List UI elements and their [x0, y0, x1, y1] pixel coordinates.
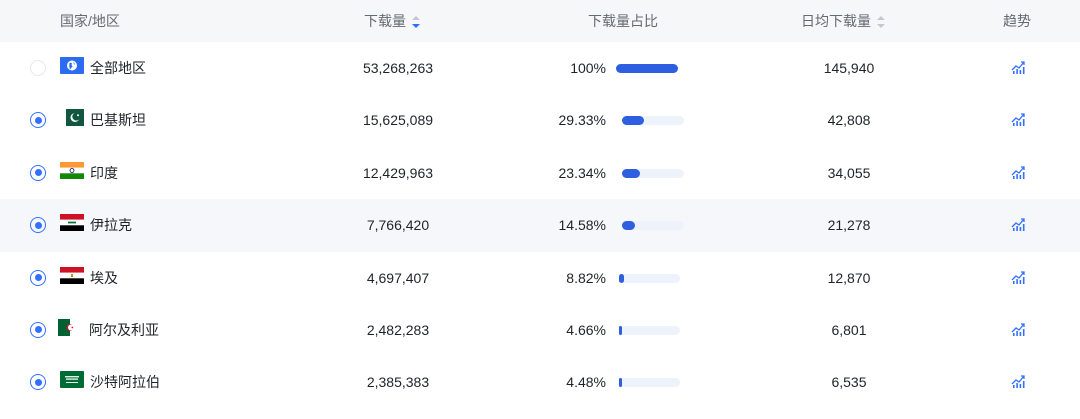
share-bar-track	[619, 325, 680, 335]
downloads-value: 15,625,089	[362, 112, 434, 129]
trend-chart-icon[interactable]	[1010, 216, 1026, 232]
downloads-value: 53,268,263	[362, 60, 434, 76]
sort-icon[interactable]	[877, 16, 885, 29]
table-row[interactable]: 埃及 4,697,407 8.82% 12,870	[0, 252, 1080, 304]
share-percent: 4.66%	[566, 321, 606, 338]
trend-chart-icon[interactable]	[1010, 321, 1026, 337]
header-trend: 趋势	[1003, 13, 1031, 29]
egypt-flag-icon	[60, 266, 84, 284]
share-bar-track	[622, 221, 684, 231]
country-name: 伊拉克	[90, 217, 132, 234]
radio-dot	[34, 274, 42, 282]
table-row[interactable]: 沙特阿拉伯 2,385,383 4.48% 6,535	[0, 356, 1080, 408]
daily-downloads-value: 42,808	[827, 112, 871, 129]
pakistan-flag-icon	[60, 109, 84, 127]
radio-dot	[34, 221, 42, 229]
table-body: 全部地区 53,268,263 100% 145,940 巴基斯坦 15,625,089 2…	[0, 42, 1080, 409]
saudi-arabia-flag-icon	[60, 371, 84, 389]
share-bar-fill	[616, 64, 678, 73]
radio-dot	[34, 169, 42, 177]
share-percent: 29.33%	[558, 112, 606, 129]
header-downloads[interactable]: 下载量	[364, 0, 420, 42]
daily-downloads-value: 12,870	[827, 269, 871, 286]
downloads-value: 7,766,420	[366, 217, 430, 234]
country-name: 阿尔及利亚	[89, 321, 159, 338]
share-bar-fill	[619, 273, 624, 283]
trend-chart-icon[interactable]	[1010, 373, 1026, 389]
country-name: 全部地区	[90, 60, 146, 76]
header-country: 国家/地区	[60, 13, 120, 29]
share-bar-track	[622, 168, 684, 178]
share-bar-track	[622, 116, 684, 126]
table-header: 国家/地区 下载量 下载量占比 日均下载量 趋势	[0, 0, 1080, 42]
radio-dot	[34, 378, 42, 386]
share-percent: 100%	[570, 60, 606, 76]
row-select-radio[interactable]	[30, 164, 46, 181]
header-share: 下载量占比	[588, 13, 658, 29]
country-name: 埃及	[90, 269, 118, 286]
sort-icon[interactable]	[412, 16, 420, 29]
daily-downloads-value: 21,278	[827, 217, 871, 234]
trend-chart-icon[interactable]	[1010, 164, 1026, 180]
share-bar-fill	[622, 221, 635, 231]
row-select-radio[interactable]	[30, 217, 46, 234]
iraq-flag-icon	[60, 214, 84, 232]
share-bar-track	[616, 64, 684, 73]
country-name: 沙特阿拉伯	[90, 374, 160, 391]
trend-chart-icon[interactable]	[1010, 59, 1026, 75]
country-name: 印度	[90, 164, 118, 181]
daily-downloads-value: 145,940	[823, 60, 875, 76]
algeria-flag-icon	[58, 318, 82, 336]
trend-chart-icon[interactable]	[1010, 269, 1026, 285]
globe-icon	[60, 57, 84, 74]
row-select-radio[interactable]	[30, 269, 46, 286]
share-percent: 14.58%	[558, 217, 606, 234]
india-flag-icon	[60, 161, 84, 179]
table-row[interactable]: 印度 12,429,963 23.34% 34,055	[0, 147, 1080, 199]
header-downloads-label: 下载量	[364, 13, 406, 29]
header-daily[interactable]: 日均下载量	[801, 0, 885, 42]
share-bar-fill	[622, 116, 644, 126]
share-bar-track	[619, 378, 680, 388]
radio-dot	[34, 326, 42, 334]
table-row[interactable]: 阿尔及利亚 2,482,283 4.66% 6,801	[0, 304, 1080, 356]
row-select-radio[interactable]	[30, 321, 46, 338]
table-row[interactable]: 伊拉克 7,766,420 14.58% 21,278	[0, 199, 1080, 252]
row-select-radio[interactable]	[30, 112, 46, 129]
share-bar-fill	[619, 378, 622, 388]
share-percent: 4.48%	[566, 374, 606, 391]
daily-downloads-value: 6,535	[831, 374, 867, 391]
downloads-value: 2,385,383	[366, 374, 430, 391]
share-bar-fill	[619, 325, 622, 335]
radio-dot	[34, 116, 42, 124]
header-daily-label: 日均下载量	[801, 13, 871, 29]
row-select-radio[interactable]	[30, 60, 46, 76]
table-row[interactable]: 全部地区 53,268,263 100% 145,940	[0, 42, 1080, 94]
daily-downloads-value: 34,055	[827, 164, 871, 181]
country-name: 巴基斯坦	[90, 112, 146, 129]
downloads-value: 12,429,963	[362, 164, 434, 181]
downloads-value: 2,482,283	[366, 321, 430, 338]
share-bar-fill	[622, 168, 640, 178]
share-percent: 23.34%	[558, 164, 606, 181]
download-by-country-table: 国家/地区 下载量 下载量占比 日均下载量 趋势 全部地区 53,268,263 1…	[0, 0, 1080, 419]
share-bar-track	[619, 273, 680, 283]
table-row[interactable]: 巴基斯坦 15,625,089 29.33% 42,808	[0, 94, 1080, 146]
row-select-radio[interactable]	[30, 374, 46, 391]
downloads-value: 4,697,407	[366, 269, 430, 286]
trend-chart-icon[interactable]	[1010, 111, 1026, 127]
daily-downloads-value: 6,801	[831, 321, 867, 338]
share-percent: 8.82%	[566, 269, 606, 286]
